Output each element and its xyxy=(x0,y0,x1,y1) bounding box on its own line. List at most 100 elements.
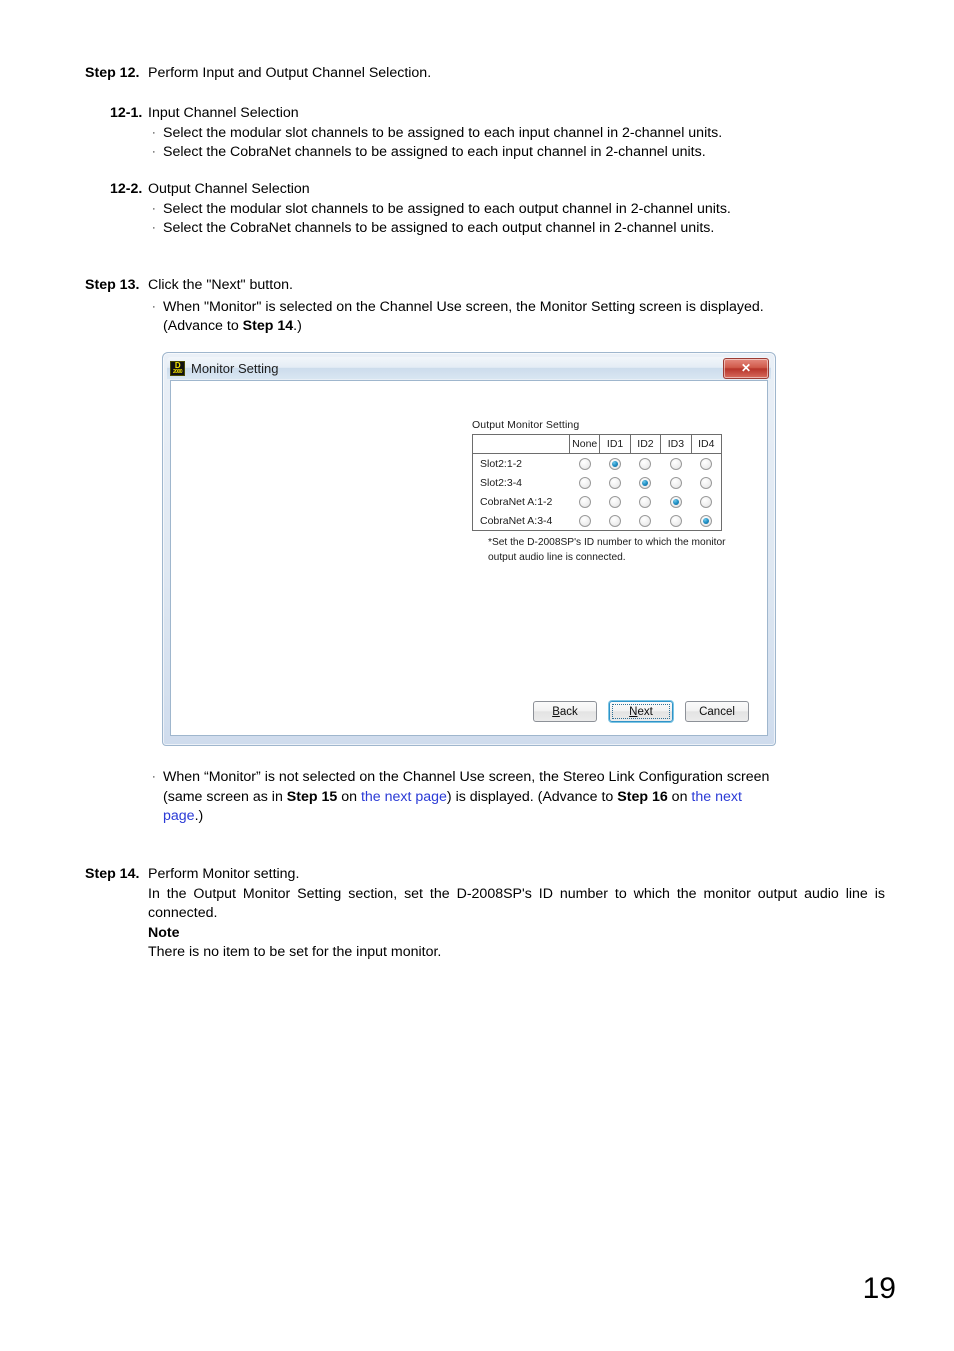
advance-note-step: Step 14 xyxy=(242,318,294,335)
radio-cell-cobranet-a-1-2-id2[interactable] xyxy=(630,492,660,511)
radio-icon[interactable] xyxy=(578,495,591,508)
bullet-icon: · xyxy=(152,771,156,783)
radio-icon[interactable] xyxy=(578,476,591,489)
link-next-page-1[interactable]: the next page xyxy=(361,789,447,805)
page-number: 19 xyxy=(862,1272,896,1305)
step-12-text: Perform Input and Output Channel Selecti… xyxy=(148,65,432,81)
advance-note-pre: (Advance to xyxy=(163,318,243,335)
radio-icon[interactable] xyxy=(609,457,622,470)
radio-cell-cobranet-a-3-4-id2[interactable] xyxy=(630,511,660,531)
radio-cell-cobranet-a-3-4-id4[interactable] xyxy=(691,511,721,531)
substep-12-2-label: 12-2. xyxy=(110,181,143,197)
radio-cell-slot2-1-2-id4[interactable] xyxy=(691,454,721,474)
radio-icon[interactable] xyxy=(669,476,682,489)
note-line-2-c: ) is displayed. (Advance to xyxy=(446,788,618,805)
list-item-text: Select the CobraNet channels to be assig… xyxy=(163,144,706,161)
substep-12-2-title: Output Channel Selection xyxy=(148,181,310,197)
radio-cell-slot2-3-4-id1[interactable] xyxy=(600,473,630,492)
radio-cell-cobranet-a-3-4-none[interactable] xyxy=(570,511,600,531)
column-header-id1: ID1 xyxy=(599,434,631,454)
radio-cell-slot2-3-4-none[interactable] xyxy=(570,473,600,492)
step-14-heading: Step 14. Perform Monitor setting. xyxy=(85,865,885,885)
note-line-1: When “Monitor” is not selected on the Ch… xyxy=(163,769,770,785)
cancel-button[interactable]: Cancel xyxy=(685,701,749,722)
list-item-text: Select the modular slot channels to be a… xyxy=(163,124,723,141)
bullet-icon: · xyxy=(152,202,156,215)
column-header-id3: ID3 xyxy=(660,434,692,454)
radio-cell-slot2-3-4-id2[interactable] xyxy=(630,473,660,492)
list-item: · When "Monitor" is selected on the Chan… xyxy=(152,298,885,337)
row-label-cobranet-a-3-4: CobraNet A:3-4 xyxy=(480,514,553,527)
step-12-block: Step 12. Perform Input and Output Channe… xyxy=(85,64,885,84)
radio-icon[interactable] xyxy=(700,476,713,489)
table-header-row: None ID1 ID2 ID3 ID4 xyxy=(472,434,722,454)
row-label-slot2-1-2: Slot2:1-2 xyxy=(480,457,523,470)
next-button[interactable]: Next xyxy=(609,701,673,722)
radio-cell-slot2-3-4-id4[interactable] xyxy=(691,473,721,492)
radio-icon[interactable] xyxy=(639,495,652,508)
step-13-bullets: · When "Monitor" is selected on the Chan… xyxy=(152,298,885,337)
dialog-titlebar[interactable]: D 2000 Monitor Setting ✕ xyxy=(167,357,771,379)
table-body: Slot2:1-2 Slot2:3-4 CobraNet A:1-2 Cobra… xyxy=(473,454,722,531)
close-icon[interactable]: ✕ xyxy=(723,358,769,379)
radio-cell-cobranet-a-3-4-id1[interactable] xyxy=(600,511,630,531)
bullet-icon: · xyxy=(152,222,156,235)
radio-icon[interactable] xyxy=(578,514,591,527)
radio-cell-slot2-1-2-id3[interactable] xyxy=(661,454,691,474)
row-label-cobranet-a-1-2: CobraNet A:1-2 xyxy=(480,495,553,508)
step-13-text: Click the "Next" button. xyxy=(148,277,293,293)
radio-icon[interactable] xyxy=(669,495,682,508)
substep-12-1-title: Input Channel Selection xyxy=(148,105,299,121)
radio-icon[interactable] xyxy=(639,457,652,470)
radio-icon[interactable] xyxy=(700,495,713,508)
substep-12-1-heading: 12-1. Input Channel Selection xyxy=(110,104,900,124)
substep-12-2-bullets: · Select the modular slot channels to be… xyxy=(152,200,900,239)
monitor-setting-dialog[interactable]: D 2000 Monitor Setting ✕ Output Monitor … xyxy=(162,352,776,746)
next-button-label: ext xyxy=(637,705,653,718)
radio-cell-cobranet-a-1-2-id1[interactable] xyxy=(600,492,630,511)
link-next-page-2[interactable]: the next xyxy=(691,789,741,805)
radio-icon[interactable] xyxy=(700,514,713,527)
substep-12-1-label: 12-1. xyxy=(110,105,143,121)
radio-cell-cobranet-a-3-4-id3[interactable] xyxy=(661,511,691,531)
radio-icon[interactable] xyxy=(609,476,622,489)
radio-icon[interactable] xyxy=(609,514,622,527)
substep-12-2-block: 12-2. Output Channel Selection · Select … xyxy=(110,180,900,239)
radio-cell-cobranet-a-1-2-none[interactable] xyxy=(570,492,600,511)
radio-icon[interactable] xyxy=(609,495,622,508)
link-next-page-3[interactable]: page xyxy=(163,808,195,824)
radio-cell-slot2-1-2-none[interactable] xyxy=(570,454,600,474)
step-14-label: Step 14. xyxy=(85,866,140,882)
list-item-text: Select the CobraNet channels to be assig… xyxy=(163,220,715,237)
list-item: · When “Monitor” is not selected on the … xyxy=(152,768,880,827)
radio-cell-cobranet-a-1-2-id3[interactable] xyxy=(661,492,691,511)
column-header-id4: ID4 xyxy=(690,434,722,454)
step-13-note-block: · When “Monitor” is not selected on the … xyxy=(152,768,880,827)
radio-cell-cobranet-a-1-2-id4[interactable] xyxy=(691,492,721,511)
step-13-note-bullets: · When “Monitor” is not selected on the … xyxy=(152,768,880,827)
dialog-button-row: Back Next Cancel xyxy=(533,701,749,722)
step-14-body: In the Output Monitor Setting section, s… xyxy=(148,885,885,922)
radio-icon[interactable] xyxy=(639,514,652,527)
substep-12-1-block: 12-1. Input Channel Selection · Select t… xyxy=(110,104,900,163)
radio-icon[interactable] xyxy=(578,457,591,470)
step-13-block: Step 13. Click the "Next" button. · When… xyxy=(85,276,885,337)
list-item-text: When "Monitor" is selected on the Channe… xyxy=(163,298,764,315)
radio-icon[interactable] xyxy=(669,514,682,527)
radio-cell-slot2-1-2-id2[interactable] xyxy=(630,454,660,474)
radio-icon[interactable] xyxy=(669,457,682,470)
row-label-slot2-3-4: Slot2:3-4 xyxy=(480,476,523,489)
column-header-blank xyxy=(472,434,570,454)
radio-cell-slot2-1-2-id1[interactable] xyxy=(600,454,630,474)
radio-icon[interactable] xyxy=(639,476,652,489)
back-button[interactable]: Back xyxy=(533,701,597,722)
radio-icon[interactable] xyxy=(700,457,713,470)
dialog-frame: D 2000 Monitor Setting ✕ Output Monitor … xyxy=(162,352,776,746)
output-monitor-setting-note: *Set the D-2008SP's ID number to which t… xyxy=(488,536,726,565)
app-logo-icon: D 2000 xyxy=(170,360,185,376)
note-step-15: Step 15 xyxy=(286,788,338,805)
column-header-id2: ID2 xyxy=(629,434,661,454)
step-14-text: Perform Monitor setting. xyxy=(148,866,300,882)
note-line-2: output audio line is connected. xyxy=(488,551,626,563)
radio-cell-slot2-3-4-id3[interactable] xyxy=(661,473,691,492)
